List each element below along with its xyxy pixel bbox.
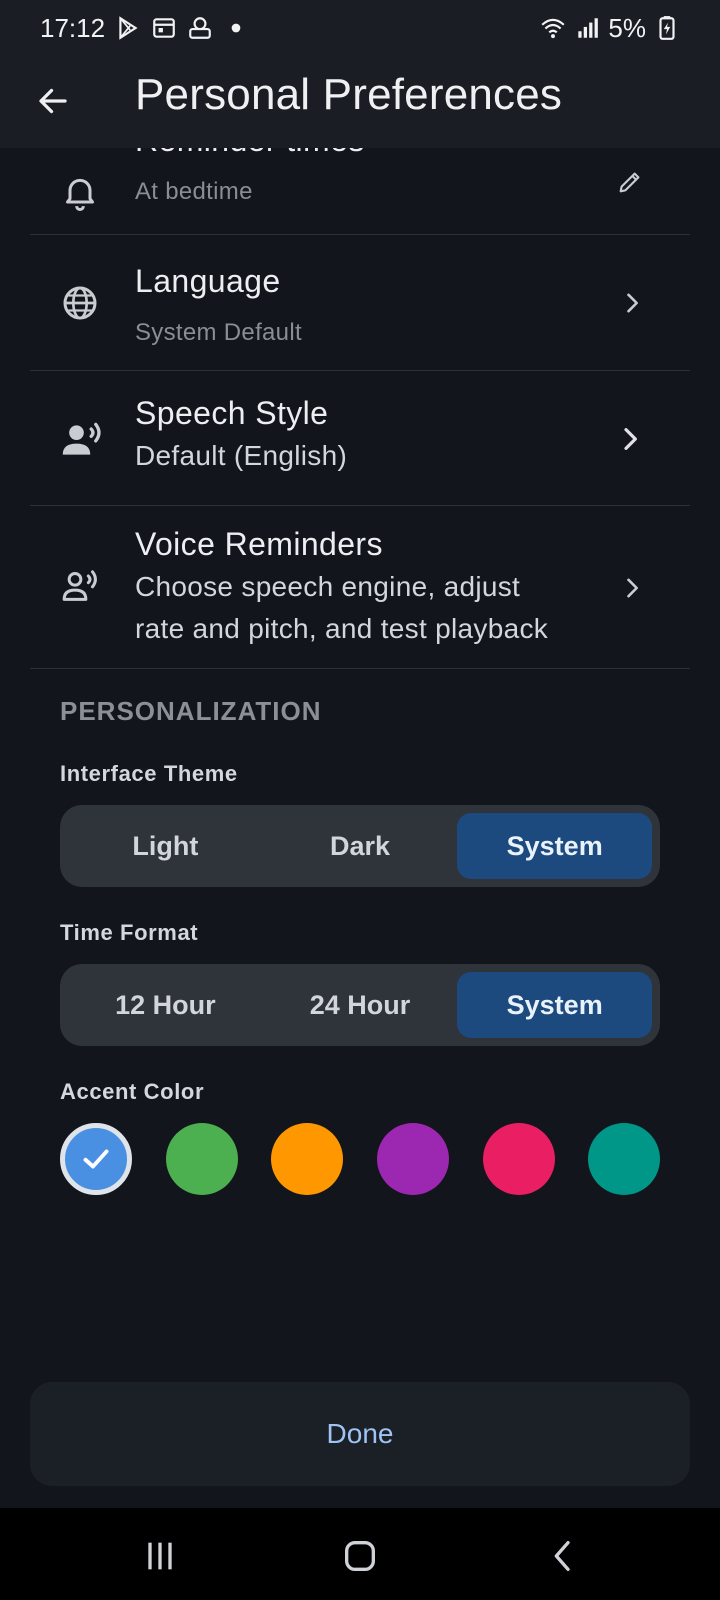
- arrow-left-icon: [39, 88, 67, 114]
- app-bar: Personal Preferences: [0, 56, 720, 148]
- accent-color-label: Accent Color: [60, 1079, 205, 1104]
- recents-icon[interactable]: [140, 1536, 180, 1576]
- reminder-times-title: Reminder times: [135, 148, 365, 159]
- back-icon[interactable]: [543, 1536, 583, 1576]
- person-voice-outline-icon: [62, 570, 97, 601]
- voice-reminders-title: Voice Reminders: [135, 526, 383, 562]
- interface-theme-label: Interface Theme: [60, 761, 238, 786]
- app-notification-icon: [189, 17, 211, 39]
- status-left: 17:12: [40, 13, 249, 44]
- checkmark-icon: [83, 1149, 109, 1169]
- accent-swatch-blue[interactable]: [60, 1123, 132, 1195]
- home-icon[interactable]: [340, 1536, 380, 1576]
- voice-reminders-subtitle-line2: rate and pitch, and test playback: [135, 613, 549, 644]
- done-button[interactable]: Done: [30, 1382, 690, 1486]
- theme-option-dark[interactable]: Dark: [263, 813, 458, 879]
- battery-charging-icon: [659, 16, 675, 40]
- accent-swatch-teal[interactable]: [588, 1123, 660, 1195]
- battery-percent: 5%: [608, 12, 646, 43]
- time-format-option-24h[interactable]: 24 Hour: [263, 972, 458, 1038]
- back-button[interactable]: [30, 78, 76, 124]
- wifi-icon: [541, 18, 565, 39]
- system-nav-bar: [0, 1508, 720, 1600]
- speech-style-subtitle: Default (English): [135, 440, 348, 471]
- calendar-icon: [153, 18, 175, 38]
- settings-row-speech-style[interactable]: Speech Style Default (English): [30, 371, 690, 506]
- chevron-right-icon: [627, 578, 638, 598]
- speech-style-title: Speech Style: [135, 395, 329, 431]
- time-format-selector: 12 Hour 24 Hour System: [60, 964, 660, 1046]
- bell-icon: [66, 178, 94, 211]
- voice-reminders-subtitle-line1: Choose speech engine, adjust: [135, 571, 521, 602]
- status-time: 17:12: [40, 12, 106, 43]
- section-header-personalization: PERSONALIZATION: [60, 696, 322, 726]
- settings-row-voice-reminders[interactable]: Voice Reminders Choose speech engine, ad…: [30, 506, 690, 669]
- accent-color-swatches: [60, 1123, 660, 1195]
- accent-swatch-green[interactable]: [166, 1123, 238, 1195]
- page-title: Personal Preferences: [135, 70, 563, 119]
- dot-icon: [231, 23, 241, 33]
- time-format-label: Time Format: [60, 920, 199, 945]
- done-label: Done: [326, 1418, 394, 1449]
- play-store-icon: [119, 16, 138, 40]
- time-format-option-12h[interactable]: 12 Hour: [68, 972, 263, 1038]
- language-title: Language: [135, 263, 281, 299]
- theme-option-system[interactable]: System: [457, 813, 653, 879]
- chevron-right-icon: [627, 293, 638, 313]
- accent-swatch-pink[interactable]: [483, 1123, 555, 1195]
- globe-icon: [63, 286, 97, 320]
- language-subtitle: System Default: [135, 319, 302, 346]
- accent-swatch-purple[interactable]: [377, 1123, 449, 1195]
- interface-theme-selector: Light Dark System: [60, 805, 660, 887]
- status-right: 5%: [540, 13, 680, 44]
- theme-option-light[interactable]: Light: [68, 813, 263, 879]
- settings-row-language[interactable]: Language System Default: [30, 235, 690, 371]
- accent-swatch-orange[interactable]: [271, 1123, 343, 1195]
- reminder-times-subtitle: At bedtime: [135, 178, 253, 205]
- person-voice-icon: [62, 422, 101, 455]
- settings-row-reminder-times[interactable]: Reminder times At bedtime: [30, 148, 690, 235]
- signal-icon: [578, 18, 599, 38]
- pencil-icon[interactable]: [616, 168, 644, 196]
- settings-content[interactable]: Reminder times At bedtime Language Syste…: [0, 148, 720, 1378]
- status-bar: 17:12 5%: [0, 0, 720, 56]
- chevron-right-icon: [624, 428, 637, 450]
- time-format-option-system[interactable]: System: [457, 972, 653, 1038]
